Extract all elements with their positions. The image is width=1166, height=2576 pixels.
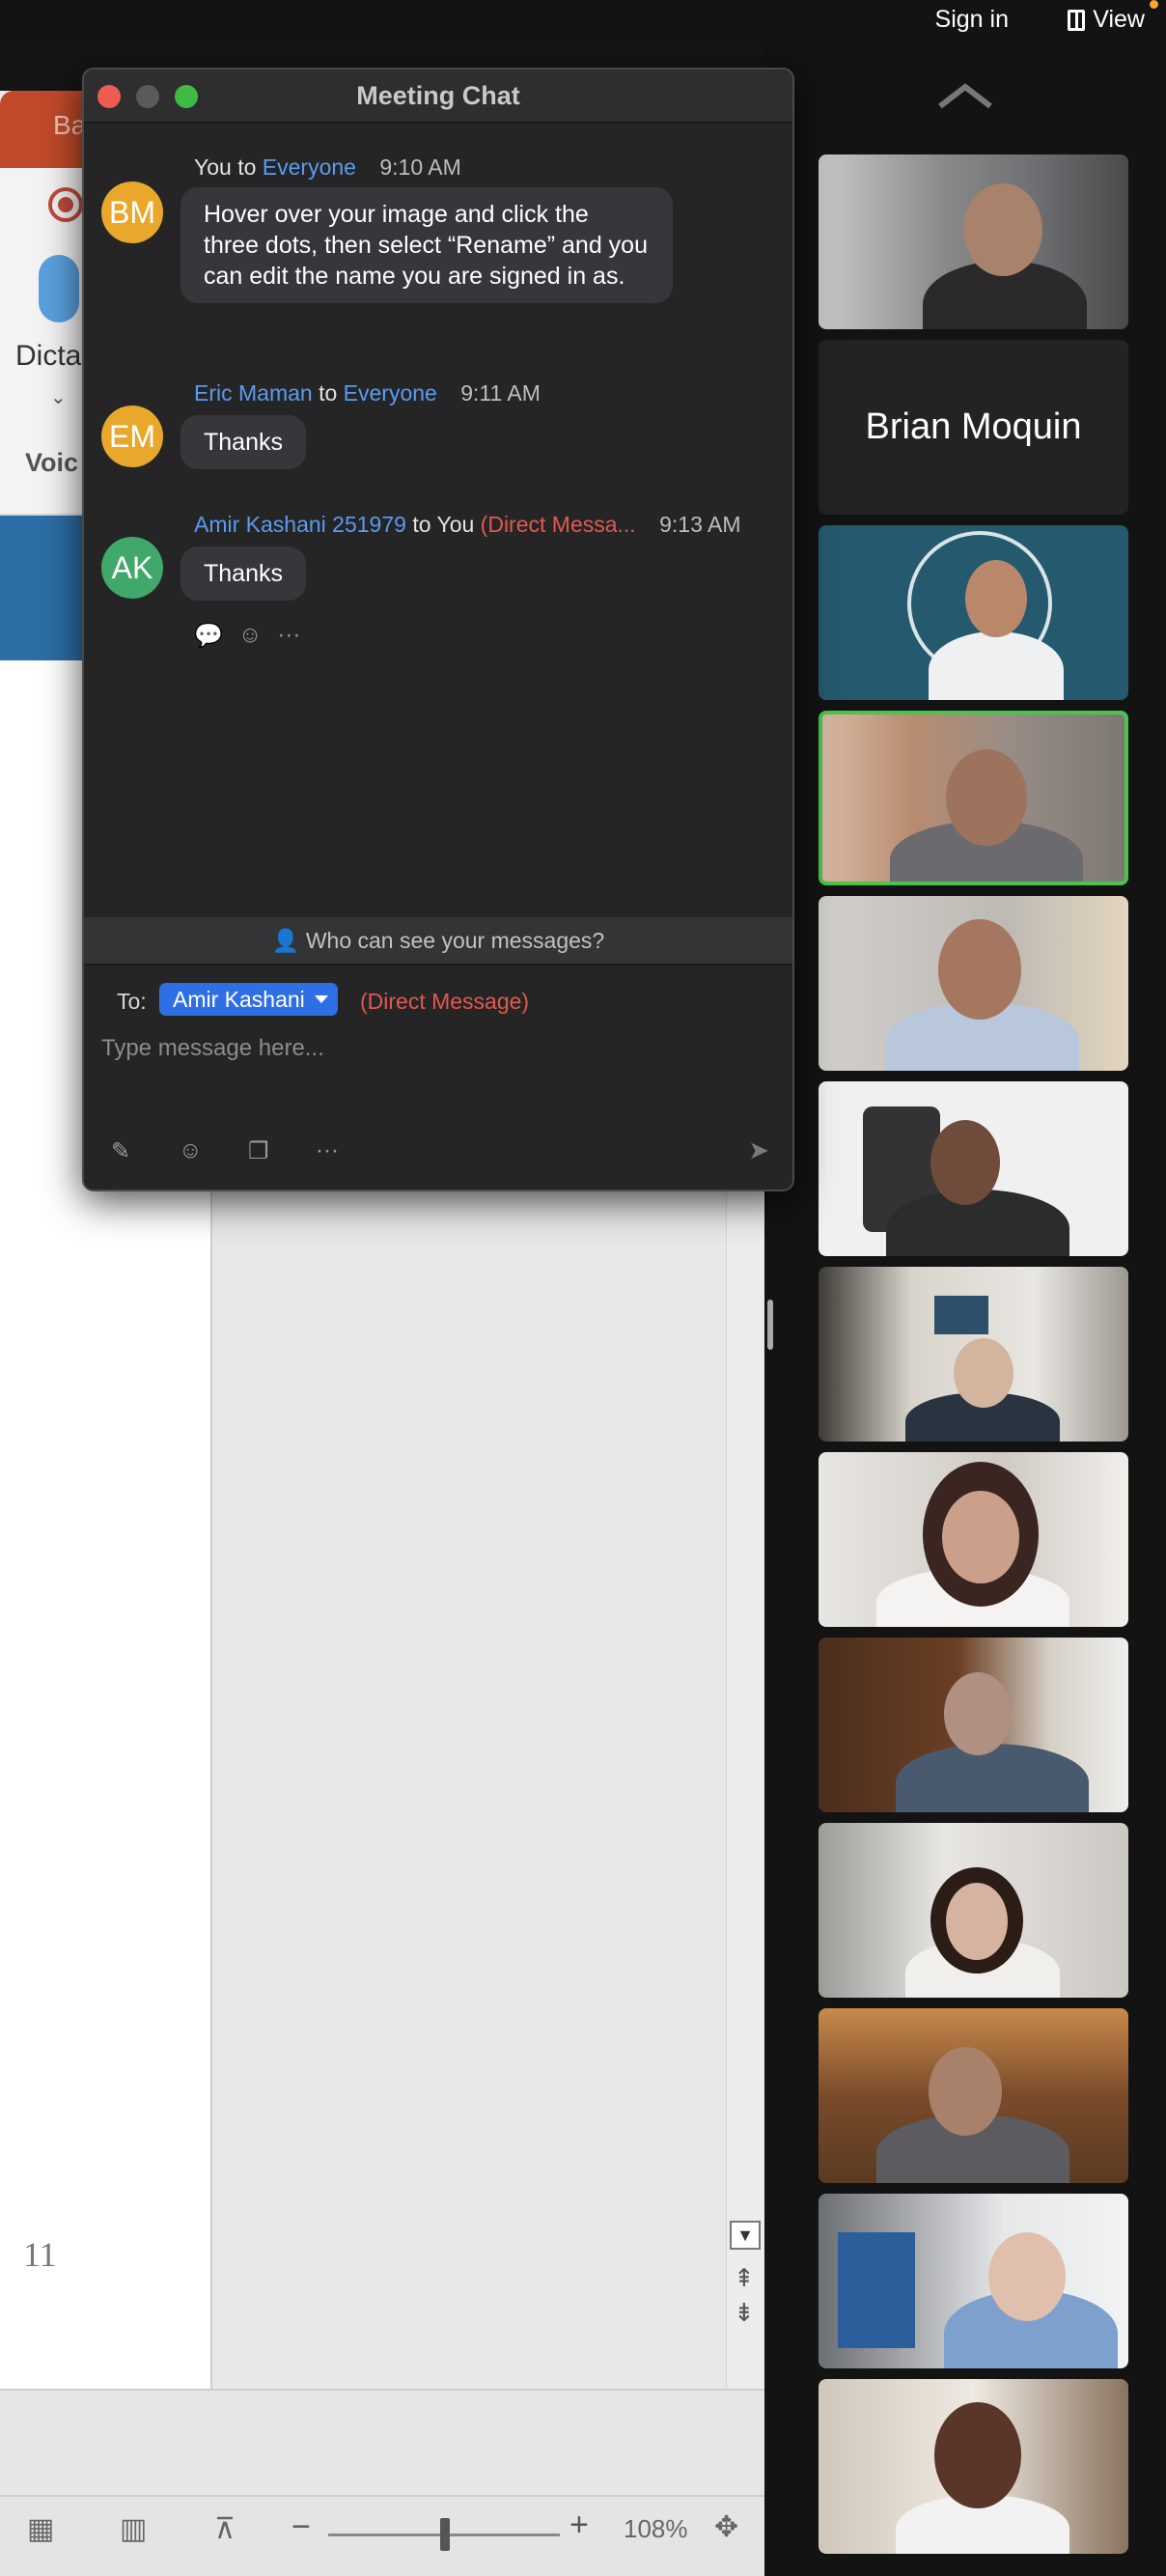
normal-view-icon[interactable]: ▦ <box>27 2512 54 2546</box>
who-can-see-messages[interactable]: 👤 Who can see your messages? <box>84 917 792 964</box>
participant-video-tile[interactable] <box>819 1081 1128 1256</box>
who-can-see-label: Who can see your messages? <box>305 928 605 953</box>
participant-gallery: Brian Moquin <box>791 42 1166 2576</box>
recipient-dropdown[interactable]: Amir Kashani <box>159 983 338 1016</box>
avatar: EM <box>101 406 163 467</box>
message-bubble[interactable]: Thanks <box>180 546 306 601</box>
message-time: 9:11 AM <box>460 380 541 406</box>
zoom-level[interactable]: 108% <box>624 2514 688 2544</box>
participant-video-tile[interactable] <box>819 1267 1128 1442</box>
slideshow-icon[interactable]: ⊼ <box>214 2512 236 2546</box>
zoom-top-bar: Sign in View <box>0 0 1166 42</box>
message-sender[interactable]: Amir Kashani 251979 <box>194 512 406 537</box>
zoom-slider-thumb[interactable] <box>440 2518 450 2551</box>
scroll-down-button[interactable]: ▼ <box>730 2221 761 2250</box>
slide-thumbnail-blue[interactable] <box>0 516 87 660</box>
screen: Sign in View Ba Dicta ⌄ Voic 11 ▼ ⇞ ⇟ ▦ … <box>0 0 1166 2576</box>
view-layout-icon <box>1068 9 1086 31</box>
participant-video-tile[interactable] <box>819 2008 1128 2183</box>
participant-video-tile[interactable] <box>819 2194 1128 2368</box>
format-text-icon[interactable]: ✎ <box>111 1137 130 1165</box>
message-recipient[interactable]: Everyone <box>263 154 356 180</box>
message-sender[interactable]: Eric Maman <box>194 380 313 406</box>
participant-name: Brian Moquin <box>865 406 1082 447</box>
message-connector: to You <box>412 512 475 537</box>
message-sender: You <box>194 154 232 180</box>
chat-title: Meeting Chat <box>356 81 520 110</box>
zoom-out-button[interactable]: − <box>292 2508 311 2546</box>
direct-message-label: (Direct Message) <box>360 989 530 1014</box>
microphone-icon[interactable] <box>39 255 79 322</box>
view-button[interactable]: View <box>1068 6 1145 34</box>
more-options-icon[interactable]: ··· <box>277 622 300 650</box>
sign-in-link[interactable]: Sign in <box>935 6 1009 34</box>
message-bubble[interactable]: Thanks <box>180 415 306 469</box>
panel-resize-handle[interactable] <box>767 1300 773 1350</box>
slide-number: 11 <box>23 2235 57 2274</box>
participant-video-tile[interactable] <box>819 525 1128 700</box>
message-time: 9:10 AM <box>379 154 461 180</box>
fit-to-window-icon[interactable]: ✥ <box>714 2510 738 2544</box>
notification-dot <box>1150 0 1158 9</box>
participant-video-tile[interactable] <box>819 1452 1128 1627</box>
dictate-button-label[interactable]: Dicta <box>15 340 81 373</box>
participant-video-tile[interactable] <box>819 2379 1128 2554</box>
message-header: You to Everyone 9:10 AM <box>194 154 461 181</box>
reading-view-icon[interactable]: ▥ <box>120 2512 147 2546</box>
avatar: BM <box>101 182 163 243</box>
person-icon: 👤 <box>271 928 300 953</box>
reply-in-thread-icon[interactable]: 💬 <box>194 622 223 650</box>
view-button-label: View <box>1093 6 1145 33</box>
active-speaker-video-tile[interactable] <box>819 711 1128 885</box>
emoji-icon[interactable]: ☺ <box>179 1137 203 1164</box>
zoom-in-button[interactable]: + <box>569 2506 589 2544</box>
status-bar: ▦ ▥ ⊼ − + 108% ✥ <box>0 2495 764 2576</box>
message-recipient: (Direct Messa... <box>480 512 636 537</box>
more-tools-icon[interactable]: ··· <box>316 1137 339 1164</box>
message-actions: 💬 ☺ ··· <box>194 622 300 650</box>
message-bubble[interactable]: Hover over your image and click the thre… <box>180 187 673 303</box>
chevron-down-icon[interactable]: ⌄ <box>50 385 67 409</box>
participant-name-tile[interactable]: Brian Moquin <box>819 340 1128 515</box>
scroll-up-chevron-icon[interactable] <box>936 81 994 110</box>
add-reaction-icon[interactable]: ☺ <box>238 622 263 650</box>
meeting-chat-window: Meeting Chat BM You to Everyone 9:10 AM … <box>82 68 794 1191</box>
participant-video-tile[interactable] <box>819 896 1128 1071</box>
participant-video-tile[interactable] <box>819 154 1128 329</box>
message-recipient[interactable]: Everyone <box>344 380 437 406</box>
compose-area: To: Amir Kashani (Direct Message) ✎ ☺ ❐ … <box>84 964 792 1190</box>
chat-titlebar[interactable]: Meeting Chat <box>84 70 792 124</box>
message-time: 9:13 AM <box>659 512 741 537</box>
previous-slide-icon[interactable]: ⇞ <box>734 2263 755 2293</box>
send-icon[interactable]: ➤ <box>748 1135 769 1165</box>
message-header: Eric Maman to Everyone 9:11 AM <box>194 380 541 406</box>
voice-group-label: Voic <box>25 448 79 477</box>
message-header: Amir Kashani 251979 to You (Direct Messa… <box>194 512 740 538</box>
participant-video-tile[interactable] <box>819 1638 1128 1812</box>
record-icon[interactable] <box>48 187 83 222</box>
message-input[interactable] <box>101 1029 767 1068</box>
file-icon[interactable]: ❐ <box>248 1137 269 1165</box>
avatar: AK <box>101 537 163 599</box>
next-slide-icon[interactable]: ⇟ <box>734 2298 755 2328</box>
participant-video-tile[interactable] <box>819 1823 1128 1998</box>
message-connector: to <box>319 380 338 406</box>
message-connector: to <box>237 154 257 180</box>
to-label: To: <box>117 989 147 1014</box>
